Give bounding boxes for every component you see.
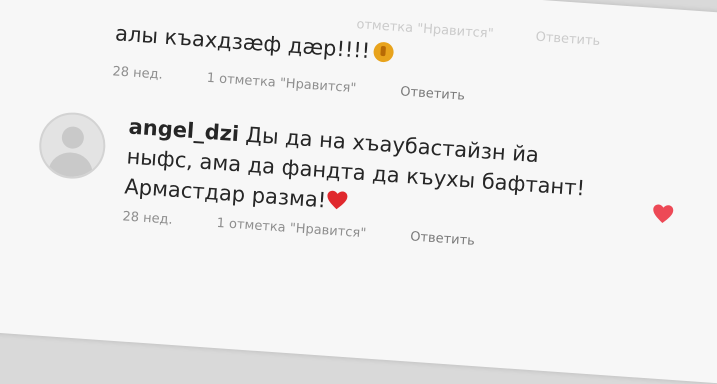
comment-likes-count[interactable]: 1 отметка "Нравится" — [206, 71, 357, 96]
comment-time: 28 нед. — [112, 64, 164, 83]
comment-text: алы къахдзæф дæр!!!! — [114, 18, 395, 67]
comment-thread: отметка "Нравится" Ответить алы къахдзæф… — [0, 0, 717, 384]
previous-reply-button[interactable]: Ответить — [535, 30, 601, 49]
comment-time: 28 нед. — [121, 209, 174, 228]
previous-comment-meta: отметка "Нравится" Ответить — [356, 17, 639, 52]
comment-likes-count[interactable]: 1 отметка "Нравится" — [216, 216, 367, 241]
comment-username[interactable]: angel_dzi — [128, 115, 240, 147]
comment-body: алы къахдзæф дæр!!!! — [114, 21, 371, 64]
comment-meta: 28 нед. 1 отметка "Нравится" Ответить — [112, 64, 505, 106]
avatar[interactable] — [37, 110, 108, 181]
reply-button[interactable]: Ответить — [400, 84, 466, 103]
reply-button[interactable]: Ответить — [410, 229, 476, 248]
red-heart-icon — [327, 190, 348, 210]
like-heart-icon[interactable] — [651, 203, 674, 224]
thumbs-up-icon — [373, 41, 395, 63]
avatar-placeholder-icon — [61, 125, 85, 150]
